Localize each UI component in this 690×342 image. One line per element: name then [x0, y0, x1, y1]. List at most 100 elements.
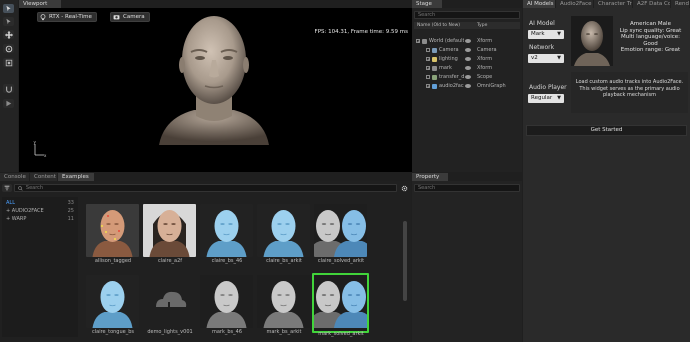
- eye-icon[interactable]: [465, 75, 471, 79]
- tab-right-1[interactable]: Audio2Face Tool: [556, 0, 593, 8]
- eye-icon[interactable]: [465, 39, 471, 43]
- tree-item[interactable]: + AUDIO2FACE 25: [6, 208, 74, 215]
- stage-row[interactable]: + mark Xform: [414, 64, 520, 73]
- tab-examples[interactable]: Examples: [58, 173, 94, 181]
- camera-button[interactable]: Camera: [110, 12, 150, 22]
- example-thumbnail[interactable]: [86, 275, 139, 328]
- eye-icon[interactable]: [465, 66, 471, 70]
- example-thumbnail[interactable]: [143, 275, 196, 328]
- stage-row[interactable]: transfer_d Scope: [414, 73, 520, 82]
- tab-right-4[interactable]: Render S: [671, 0, 689, 8]
- camera-label: Camera: [123, 14, 145, 20]
- gear-icon[interactable]: [399, 184, 409, 192]
- camera-icon: [113, 15, 120, 20]
- audio-player-label: Audio Player: [529, 84, 567, 91]
- eye-icon[interactable]: [465, 57, 471, 61]
- stage-row[interactable]: + lighting Xform: [414, 55, 520, 64]
- stage-row-name: World (default: [429, 38, 465, 44]
- tab-content[interactable]: Content: [30, 173, 57, 181]
- stage-row-type: Camera: [477, 47, 497, 53]
- example-thumbnail[interactable]: [143, 204, 196, 257]
- example-thumbnail[interactable]: [314, 204, 367, 257]
- expand-icon[interactable]: +: [416, 39, 420, 44]
- stage-row[interactable]: + World (default Xform: [414, 37, 520, 46]
- property-search-input[interactable]: [414, 184, 520, 192]
- scale-icon[interactable]: [3, 58, 14, 67]
- render-mode-button[interactable]: RTX - Real-Time: [37, 12, 97, 22]
- viewport[interactable]: RTX - Real-Time Camera FPS: 104.31, Fram…: [19, 8, 412, 172]
- chevron-down-icon: ▼: [557, 95, 561, 101]
- tab-property[interactable]: Property: [412, 173, 448, 181]
- tab-console[interactable]: Console: [0, 173, 29, 181]
- tree-item[interactable]: ALL 33: [6, 200, 74, 207]
- move-icon[interactable]: [3, 30, 14, 39]
- head-bust-render: [159, 16, 269, 145]
- stage-row-type: Xform: [477, 56, 493, 62]
- snap-icon[interactable]: [3, 84, 14, 93]
- get-started-button[interactable]: Get Started: [526, 125, 687, 136]
- expand-icon[interactable]: [426, 75, 430, 79]
- svg-text:x: x: [44, 153, 47, 158]
- cloud-download-icon: [156, 291, 187, 314]
- stage-col-type[interactable]: Type: [477, 23, 487, 28]
- svg-text:y: y: [34, 140, 37, 145]
- examples-scrollbar[interactable]: [403, 221, 407, 301]
- stage-row[interactable]: + audio2fac OmniGraph: [414, 82, 520, 91]
- tab-stage[interactable]: Stage: [412, 0, 442, 8]
- examples-search-field[interactable]: [25, 185, 396, 191]
- rotate-icon[interactable]: [3, 44, 14, 53]
- example-thumbnail-label: demo_lights_v001: [147, 329, 193, 335]
- render-mode-label: RTX - Real-Time: [49, 14, 92, 20]
- chevron-down-icon: ▼: [557, 55, 561, 61]
- example-thumbnail[interactable]: [257, 204, 310, 257]
- stage-row-type: Xform: [477, 65, 493, 71]
- example-thumbnail[interactable]: [200, 204, 253, 257]
- select-arrow-icon[interactable]: [3, 4, 14, 13]
- example-thumbnail-label: claire_tongue_bs: [92, 329, 134, 335]
- example-thumbnail[interactable]: [86, 204, 139, 257]
- graph-icon: [432, 83, 437, 89]
- stage-row-name: Camera: [439, 47, 459, 53]
- play-icon[interactable]: [3, 99, 14, 108]
- ai-models-panel: AI Model Mark ▼ Network v2 ▼ American Male…: [523, 8, 690, 342]
- stage-row[interactable]: Camera Camera: [414, 46, 520, 55]
- tree-item-count: 11: [67, 216, 74, 222]
- chevron-down-icon: ▼: [557, 31, 561, 37]
- audio-player-value: Regular: [531, 95, 553, 101]
- expand-icon[interactable]: +: [426, 84, 430, 89]
- model-info-emotion: Emotion range: Great: [620, 47, 681, 53]
- expand-icon[interactable]: +: [426, 57, 430, 62]
- example-thumbnail[interactable]: [257, 275, 310, 328]
- stage-col-name[interactable]: Name (Old to New): [417, 23, 460, 28]
- audio-player-dropdown[interactable]: Regular ▼: [528, 94, 564, 103]
- example-thumbnail-label: claire_bs_46: [211, 258, 243, 264]
- property-search-field[interactable]: [418, 185, 519, 191]
- model-info: American Male Lip sync quality: Great Mu…: [613, 21, 688, 54]
- tree-item-label: ALL: [6, 200, 15, 206]
- select-icon[interactable]: [3, 17, 14, 26]
- tab-right-3[interactable]: A2F Data Con...: [633, 0, 670, 8]
- stage-search-field[interactable]: [418, 12, 519, 18]
- tree-item-count: 25: [67, 208, 74, 214]
- eye-icon[interactable]: [465, 84, 471, 88]
- tab-right-0[interactable]: AI Models: [523, 0, 555, 8]
- tab-viewport[interactable]: Viewport: [19, 0, 61, 8]
- eye-icon[interactable]: [465, 48, 471, 52]
- tree-item[interactable]: + WARP 11: [6, 216, 74, 223]
- ai-model-dropdown[interactable]: Mark ▼: [528, 30, 564, 39]
- example-thumbnail[interactable]: [200, 275, 253, 328]
- filter-icon[interactable]: [2, 184, 12, 192]
- tree-item-label: + WARP: [6, 216, 27, 222]
- lightbulb-icon: [40, 13, 46, 20]
- axis-gizmo: y x: [34, 140, 48, 158]
- expand-icon[interactable]: +: [426, 66, 430, 71]
- stage-search-input[interactable]: [414, 11, 520, 19]
- tree-item-count: 33: [67, 200, 74, 206]
- tab-right-2[interactable]: Character Tra...: [594, 0, 632, 8]
- example-thumbnail[interactable]: [312, 273, 369, 333]
- examples-search-input[interactable]: [14, 184, 397, 192]
- example-thumbnail-label: mark_bs_arkit: [266, 329, 302, 335]
- network-dropdown[interactable]: v2 ▼: [528, 54, 564, 63]
- expand-icon[interactable]: [426, 48, 430, 52]
- scope-icon: [432, 74, 437, 80]
